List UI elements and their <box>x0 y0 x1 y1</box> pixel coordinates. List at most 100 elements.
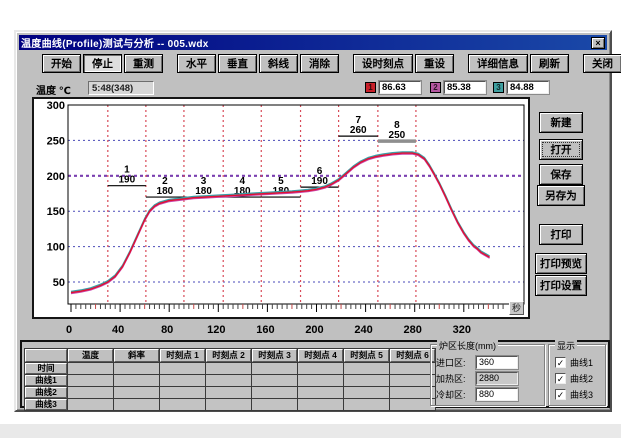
title-bar: 温度曲线(Profile)测试与分析 -- 005.wdx × <box>19 35 607 50</box>
slant-line-button[interactable]: 斜线 <box>259 54 298 73</box>
table-cell <box>390 375 435 386</box>
cooling-zone-input[interactable] <box>476 388 518 401</box>
table-cell <box>68 363 113 374</box>
table-cell <box>252 387 297 398</box>
curve-2-current-value: 85.38 <box>444 81 486 94</box>
table-col-header: 时刻点 5 <box>344 349 389 362</box>
start-button[interactable]: 开始 <box>42 54 81 73</box>
table-cell <box>206 387 251 398</box>
table-row-header: 曲线3 <box>25 399 67 410</box>
table-cell <box>160 363 205 374</box>
remeasure-button[interactable]: 重测 <box>124 54 163 73</box>
table-cell <box>344 363 389 374</box>
window-title: 温度曲线(Profile)测试与分析 -- 005.wdx <box>21 35 591 50</box>
save-button[interactable]: 保存 <box>539 164 583 185</box>
svg-text:190: 190 <box>119 175 136 186</box>
x-tick-label: 160 <box>250 324 280 336</box>
detail-info-button[interactable]: 详细信息 <box>468 54 528 73</box>
checkbox-label: 曲线3 <box>570 388 593 401</box>
table-cell <box>114 387 159 398</box>
table-cell <box>68 375 113 386</box>
table-col-header: 时刻点 2 <box>206 349 251 362</box>
y-axis-title: 温度 ℃ <box>36 82 71 97</box>
curve-1-current-value: 86.63 <box>379 81 421 94</box>
set-time-points-button[interactable]: 设时刻点 <box>353 54 413 73</box>
table-row-header: 时间 <box>25 363 67 374</box>
toolbar: 开始停止重测水平垂直斜线消除设时刻点重设详细信息刷新关闭 <box>42 53 621 73</box>
x-tick-label: 240 <box>349 324 379 336</box>
table-cell <box>298 387 343 398</box>
x-tick-label: 0 <box>54 324 84 336</box>
svg-text:250: 250 <box>389 130 406 141</box>
display-checkbox-row[interactable]: ✓ 曲线3 <box>555 388 593 400</box>
checkbox-curve1[interactable]: ✓ <box>555 357 566 368</box>
close-button[interactable]: 关闭 <box>583 54 621 73</box>
curve-2-color-chip: 2 <box>430 82 441 93</box>
curve-3-current-value: 84.88 <box>507 81 549 94</box>
table-col-header: 时刻点 1 <box>160 349 205 362</box>
table-col-header: 温度 <box>68 349 113 362</box>
heating-zone-input[interactable] <box>476 372 518 385</box>
checkbox-label: 曲线2 <box>570 372 593 385</box>
page-bottom-strip <box>0 424 621 438</box>
close-icon[interactable]: × <box>591 37 605 49</box>
x-axis-unit: 秒 <box>509 301 524 315</box>
new-button[interactable]: 新建 <box>539 112 583 133</box>
checkbox-curve2[interactable]: ✓ <box>555 373 566 384</box>
print-setup-button[interactable]: 打印设置 <box>535 275 587 296</box>
table-row-header: 曲线1 <box>25 375 67 386</box>
refresh-button[interactable]: 刷新 <box>530 54 569 73</box>
print-button[interactable]: 打印 <box>539 224 583 245</box>
legend-item: 384.88 <box>493 81 549 94</box>
table-col-header: 时刻点 6 <box>390 349 435 362</box>
checkbox-label: 曲线1 <box>570 356 593 369</box>
table-cell <box>344 375 389 386</box>
table-cell <box>344 387 389 398</box>
svg-text:260: 260 <box>350 125 367 136</box>
horizontal-button[interactable]: 水平 <box>177 54 216 73</box>
legend-item: 285.38 <box>430 81 486 94</box>
print-preview-button[interactable]: 打印预览 <box>535 253 587 274</box>
chart-panel: 1190218031804180518061907260825050100150… <box>32 97 530 319</box>
furnace-field-label: 进口区: <box>436 356 476 369</box>
stop-button[interactable]: 停止 <box>83 54 122 73</box>
table-cell <box>68 399 113 410</box>
table-cell <box>344 399 389 410</box>
svg-text:300: 300 <box>47 100 65 112</box>
table-col-header <box>25 349 67 362</box>
table-cell <box>160 375 205 386</box>
table-cell <box>68 387 113 398</box>
svg-text:150: 150 <box>47 206 65 218</box>
x-tick-label: 40 <box>103 324 133 336</box>
table-cell <box>160 399 205 410</box>
x-axis-labels: 04080120160200240280320 <box>16 324 556 336</box>
svg-text:250: 250 <box>47 135 65 147</box>
curve-3-color-chip: 3 <box>493 82 504 93</box>
display-checkbox-row[interactable]: ✓ 曲线2 <box>555 372 593 384</box>
reset-button[interactable]: 重设 <box>415 54 454 73</box>
checkbox-curve3[interactable]: ✓ <box>555 389 566 400</box>
x-tick-label: 320 <box>447 324 477 336</box>
curve-1-color-chip: 1 <box>365 82 376 93</box>
furnace-field-row: 冷却区: <box>436 387 518 401</box>
open-button[interactable]: 打开 <box>539 139 583 160</box>
entry-zone-input[interactable] <box>476 356 518 369</box>
furnace-field-row: 加热区: <box>436 371 518 385</box>
profile-chart[interactable]: 1190218031804180518061907260825050100150… <box>34 99 528 317</box>
erase-button[interactable]: 消除 <box>300 54 339 73</box>
display-checkbox-row[interactable]: ✓ 曲线1 <box>555 356 593 368</box>
furnace-field-label: 冷却区: <box>436 388 476 401</box>
table-cell <box>160 387 205 398</box>
table-col-header: 时刻点 3 <box>252 349 297 362</box>
svg-text:50: 50 <box>53 277 65 289</box>
x-tick-label: 80 <box>152 324 182 336</box>
table-col-header: 时刻点 4 <box>298 349 343 362</box>
save-as-button[interactable]: 另存为 <box>537 185 585 206</box>
x-tick-label: 200 <box>300 324 330 336</box>
vertical-button[interactable]: 垂直 <box>218 54 257 73</box>
table-cell <box>252 399 297 410</box>
table-cell <box>390 399 435 410</box>
table-cell <box>390 387 435 398</box>
furnace-field-label: 加热区: <box>436 372 476 385</box>
table-cell <box>298 399 343 410</box>
